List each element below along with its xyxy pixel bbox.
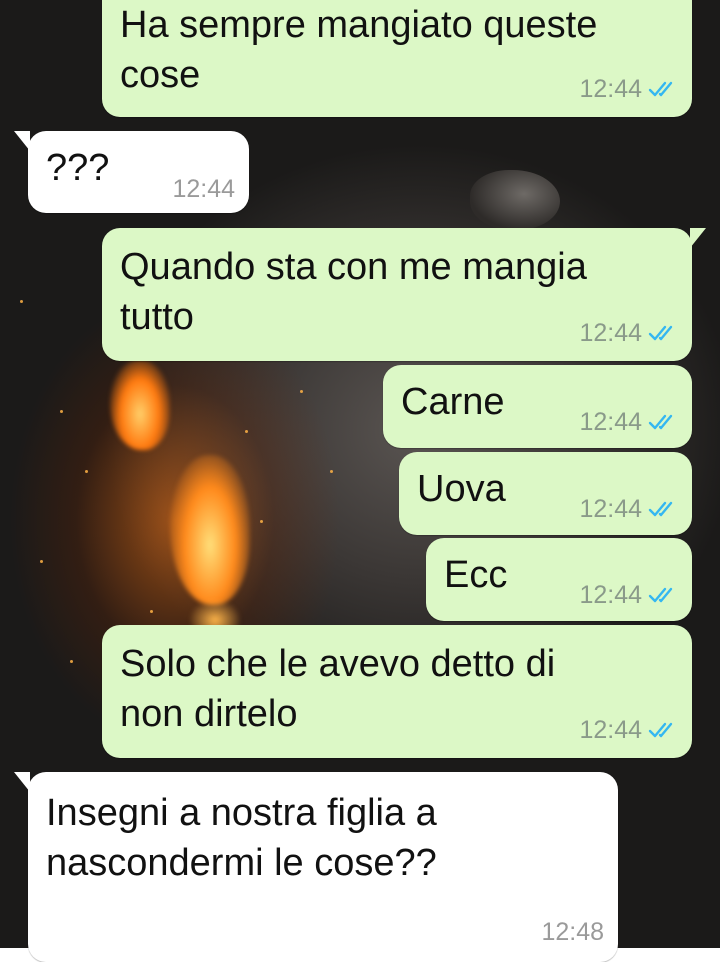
message-bubble-outgoing[interactable]: Ecc 12:44 <box>426 538 692 621</box>
message-text: Quando sta con me mangia tutto <box>120 246 587 338</box>
message-time: 12:44 <box>579 75 642 103</box>
message-time: 12:44 <box>172 175 235 203</box>
wallpaper-spark <box>150 610 153 613</box>
message-text: Ecc <box>444 554 508 596</box>
message-bubble-incoming[interactable]: Insegni a nostra figlia a nascondermi le… <box>14 772 618 962</box>
message-meta: 12:44 <box>172 175 235 203</box>
message-time: 12:44 <box>579 408 642 436</box>
message-meta: 12:44 <box>579 495 678 523</box>
message-bubble-outgoing[interactable]: Ha sempre mangiato queste cose 12:44 <box>102 0 692 117</box>
read-double-check-icon <box>648 501 673 517</box>
message-meta: 12:44 <box>579 319 678 347</box>
read-double-check-icon <box>648 81 673 97</box>
wallpaper-spark <box>330 470 333 473</box>
message-text: ??? <box>46 147 110 189</box>
message-text: Ha sempre mangiato queste cose <box>120 4 598 96</box>
wallpaper-spark <box>245 430 248 433</box>
wallpaper-spark <box>20 300 23 303</box>
message-meta: 12:44 <box>579 581 678 609</box>
wallpaper-spark <box>300 390 303 393</box>
message-meta: 12:48 <box>541 918 604 946</box>
wallpaper-spark <box>70 660 73 663</box>
message-meta: 12:44 <box>579 408 678 436</box>
message-meta: 12:44 <box>579 75 678 103</box>
message-bubble-outgoing[interactable]: Quando sta con me mangia tutto 12:44 <box>102 228 706 361</box>
message-time: 12:44 <box>579 319 642 347</box>
message-text: Solo che le avevo detto di non dirtelo <box>120 643 556 735</box>
message-text: Insegni a nostra figlia a nascondermi le… <box>46 792 437 884</box>
message-text: Carne <box>401 381 505 423</box>
wallpaper-spark <box>60 410 63 413</box>
wallpaper-flame <box>170 455 250 605</box>
message-bubble-outgoing[interactable]: Carne 12:44 <box>383 365 692 448</box>
wallpaper-spark <box>40 560 43 563</box>
message-time: 12:44 <box>579 495 642 523</box>
read-double-check-icon <box>648 722 673 738</box>
wallpaper-flame <box>110 360 170 450</box>
message-bubble-outgoing[interactable]: Uova 12:44 <box>399 452 692 535</box>
read-double-check-icon <box>648 587 673 603</box>
message-bubble-outgoing[interactable]: Solo che le avevo detto di non dirtelo 1… <box>102 625 692 758</box>
read-double-check-icon <box>648 414 673 430</box>
message-time: 12:44 <box>579 581 642 609</box>
wallpaper-spark <box>85 470 88 473</box>
wallpaper-animal-snout <box>470 170 560 230</box>
message-meta: 12:44 <box>579 716 678 744</box>
message-time: 12:44 <box>579 716 642 744</box>
message-text: Uova <box>417 468 506 510</box>
wallpaper-spark <box>260 520 263 523</box>
message-time: 12:48 <box>541 918 604 946</box>
read-double-check-icon <box>648 325 673 341</box>
message-bubble-incoming[interactable]: ??? 12:44 <box>14 131 249 213</box>
